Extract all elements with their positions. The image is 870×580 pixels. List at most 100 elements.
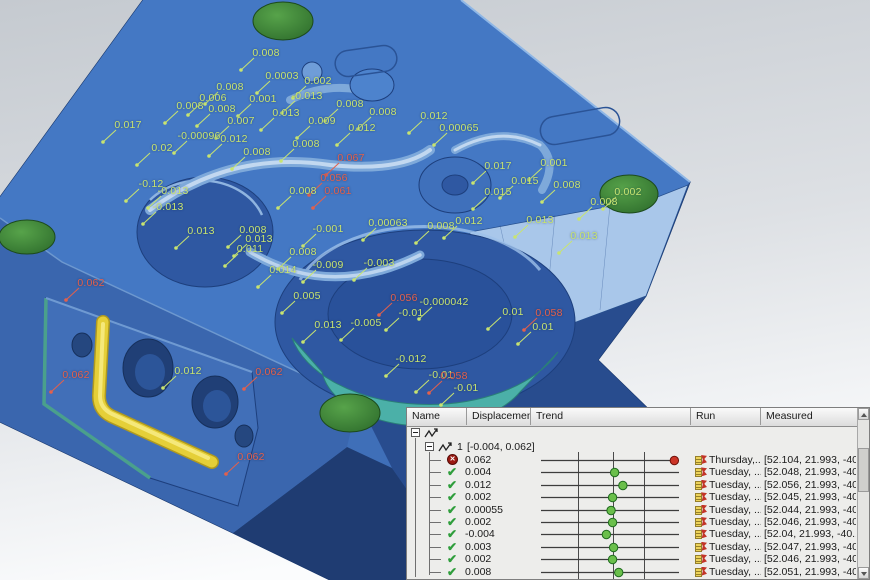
deviation-label-fail[interactable]: 0.061 bbox=[324, 185, 351, 197]
deviation-label-pass[interactable]: 0.01 bbox=[532, 321, 553, 333]
trend-cell bbox=[535, 454, 695, 467]
deviation-label-fail[interactable]: 0.056 bbox=[390, 292, 417, 304]
deviation-label-pass[interactable]: 0.002 bbox=[614, 186, 641, 198]
deviation-label-fail[interactable]: 0.056 bbox=[320, 172, 347, 184]
result-row[interactable]: ✕0.062Thursday,...[52.104, 21.993, -40.1… bbox=[407, 454, 857, 466]
deviation-label-fail[interactable]: 0.062 bbox=[255, 366, 282, 378]
deviation-label-pass[interactable]: 0.0003 bbox=[265, 70, 298, 82]
result-row[interactable]: ✔0.002Tuesday, ...[52.046, 21.993, -40.1… bbox=[407, 516, 857, 528]
deviation-label-pass[interactable]: 0.001 bbox=[540, 157, 567, 169]
result-row[interactable]: ✔-0.004Tuesday, ...[52.04, 21.993, -40.1… bbox=[407, 528, 857, 540]
deviation-label-pass[interactable]: 0.013 bbox=[187, 225, 214, 237]
results-body[interactable]: 1 [-0.004, 0.062] ✕0.062Thursday,...[52.… bbox=[407, 426, 857, 579]
deviation-label-fail[interactable]: 0.067 bbox=[337, 152, 364, 164]
tree-branch bbox=[429, 497, 441, 498]
deviation-label-pass[interactable]: 0.017 bbox=[114, 119, 141, 131]
scroll-thumb[interactable] bbox=[858, 448, 869, 492]
result-row[interactable]: ✔0.012Tuesday, ...[52.056, 21.993, -40.1… bbox=[407, 479, 857, 491]
deviation-label-pass[interactable]: 0.011 bbox=[237, 243, 264, 255]
deviation-label-pass[interactable]: 0.012 bbox=[420, 110, 447, 122]
result-row[interactable]: ✔0.004Tuesday, ...[52.048, 21.993, -40.1… bbox=[407, 466, 857, 478]
deviation-label-pass[interactable]: 0.017 bbox=[484, 160, 511, 172]
deviation-label-pass[interactable]: 0.012 bbox=[220, 133, 247, 145]
deviation-label-pass[interactable]: 0.008 bbox=[336, 98, 363, 110]
deviation-label-pass[interactable]: 0.008 bbox=[243, 146, 270, 158]
trend-dot bbox=[670, 456, 678, 464]
deviation-label-pass[interactable]: 0.008 bbox=[427, 220, 454, 232]
scroll-up-button[interactable] bbox=[858, 408, 869, 420]
result-row[interactable]: ✔0.002Tuesday, ...[52.045, 21.993, -40.1… bbox=[407, 491, 857, 503]
deviation-label-fail[interactable]: 0.062 bbox=[77, 277, 104, 289]
column-header-name[interactable]: Name bbox=[407, 408, 467, 425]
deviation-label-pass[interactable]: 0.008 bbox=[369, 106, 396, 118]
group-range: [-0.004, 0.062] bbox=[467, 441, 557, 453]
deviation-label-pass[interactable]: -0.000042 bbox=[419, 296, 468, 308]
deviation-label-pass[interactable]: -0.009 bbox=[313, 259, 344, 271]
deviation-label-pass[interactable]: -0.013 bbox=[158, 185, 189, 197]
column-header-displacement[interactable]: Displacement bbox=[467, 408, 531, 425]
deviation-label-pass[interactable]: 0.008 bbox=[553, 179, 580, 191]
deviation-label-pass[interactable]: 0.008 bbox=[292, 138, 319, 150]
deviation-label-pass[interactable]: 0.013 bbox=[526, 214, 553, 226]
deviation-label-pass[interactable]: -0.013 bbox=[292, 90, 323, 102]
deviation-label-pass[interactable]: 0.012 bbox=[348, 122, 375, 134]
tree-group-row[interactable]: 1 [-0.004, 0.062] bbox=[407, 440, 857, 453]
deviation-label-fail[interactable]: 0.058 bbox=[440, 370, 467, 382]
collapse-box-icon[interactable] bbox=[411, 428, 420, 437]
displacement-value: 0.002 bbox=[465, 553, 531, 565]
deviation-label-pass[interactable]: 0.007 bbox=[227, 115, 254, 127]
run-date: Tuesday, ... bbox=[709, 504, 761, 516]
run-date: Tuesday, ... bbox=[709, 466, 761, 478]
deviation-label-pass[interactable]: -0.01 bbox=[454, 382, 479, 394]
deviation-label-pass[interactable]: 0.008 bbox=[208, 103, 235, 115]
deviation-label-pass[interactable]: 0.015 bbox=[511, 175, 538, 187]
deviation-label-pass[interactable]: 0.008 bbox=[289, 185, 316, 197]
trend-cell bbox=[535, 553, 695, 566]
deviation-label-fail[interactable]: 0.058 bbox=[535, 307, 562, 319]
deviation-label-pass[interactable]: -0.012 bbox=[396, 353, 427, 365]
column-header-measured[interactable]: Measured bbox=[761, 408, 858, 425]
deviation-label-pass[interactable]: 0.02 bbox=[151, 142, 172, 154]
deviation-label-pass[interactable]: 0.014 bbox=[269, 264, 296, 276]
deviation-label-pass[interactable]: 0.01 bbox=[502, 306, 523, 318]
results-scrollbar[interactable] bbox=[857, 408, 869, 579]
trend-cell bbox=[535, 516, 695, 529]
deviation-label-pass[interactable]: 0.009 bbox=[308, 115, 335, 127]
deviation-label-pass[interactable]: -0.00096 bbox=[177, 130, 220, 142]
deviation-label-pass[interactable]: 0.013 bbox=[570, 230, 597, 242]
deviation-label-fail[interactable]: 0.062 bbox=[237, 451, 264, 463]
column-header-trend[interactable]: Trend bbox=[531, 408, 691, 425]
deviation-label-pass[interactable]: 0.008 bbox=[176, 100, 203, 112]
trend-cell bbox=[535, 466, 695, 479]
deviation-label-pass[interactable]: 0.005 bbox=[293, 290, 320, 302]
deviation-label-pass[interactable]: 0.013 bbox=[272, 107, 299, 119]
deviation-label-pass[interactable]: 0.00063 bbox=[368, 217, 407, 229]
deviation-label-pass[interactable]: -0.003 bbox=[364, 257, 395, 269]
deviation-label-pass[interactable]: 0.00065 bbox=[439, 122, 478, 134]
deviation-label-pass[interactable]: 0.001 bbox=[249, 93, 276, 105]
collapse-box-icon[interactable] bbox=[425, 442, 434, 451]
deviation-label-pass[interactable]: 0.002 bbox=[304, 75, 331, 87]
deviation-label-pass[interactable]: 0.012 bbox=[174, 365, 201, 377]
scroll-down-button[interactable] bbox=[858, 567, 869, 579]
deviation-label-fail[interactable]: 0.062 bbox=[62, 369, 89, 381]
deviation-label-pass[interactable]: -0.013 bbox=[153, 201, 184, 213]
deviation-label-pass[interactable]: 0.008 bbox=[289, 246, 316, 258]
deviation-label-pass[interactable]: 0.015 bbox=[484, 186, 511, 198]
trend-cell bbox=[535, 528, 695, 541]
deviation-label-pass[interactable]: 0.008 bbox=[252, 47, 279, 59]
deviation-label-pass[interactable]: -0.001 bbox=[313, 223, 344, 235]
deviation-label-pass[interactable]: 0.008 bbox=[590, 196, 617, 208]
deviation-label-pass[interactable]: 0.012 bbox=[455, 215, 482, 227]
result-row[interactable]: ✔0.008Tuesday, ...[52.051, 21.993, -40.1… bbox=[407, 566, 857, 578]
result-row[interactable]: ✔0.00055Tuesday, ...[52.044, 21.993, -40… bbox=[407, 504, 857, 516]
deviation-label-pass[interactable]: -0.005 bbox=[351, 317, 382, 329]
displacement-value: -0.004 bbox=[465, 528, 531, 540]
deviation-label-pass[interactable]: -0.01 bbox=[399, 307, 424, 319]
deviation-label-pass[interactable]: 0.013 bbox=[314, 319, 341, 331]
metrology-app-window: 0.0080.00030.0020.0080.0060.001-0.0130.0… bbox=[0, 0, 870, 580]
tree-root-row[interactable] bbox=[407, 426, 857, 439]
result-row[interactable]: ✔0.003Tuesday, ...[52.047, 21.993, -40.1… bbox=[407, 541, 857, 553]
column-header-run[interactable]: Run bbox=[691, 408, 761, 425]
result-row[interactable]: ✔0.002Tuesday, ...[52.046, 21.993, -40.1… bbox=[407, 553, 857, 565]
